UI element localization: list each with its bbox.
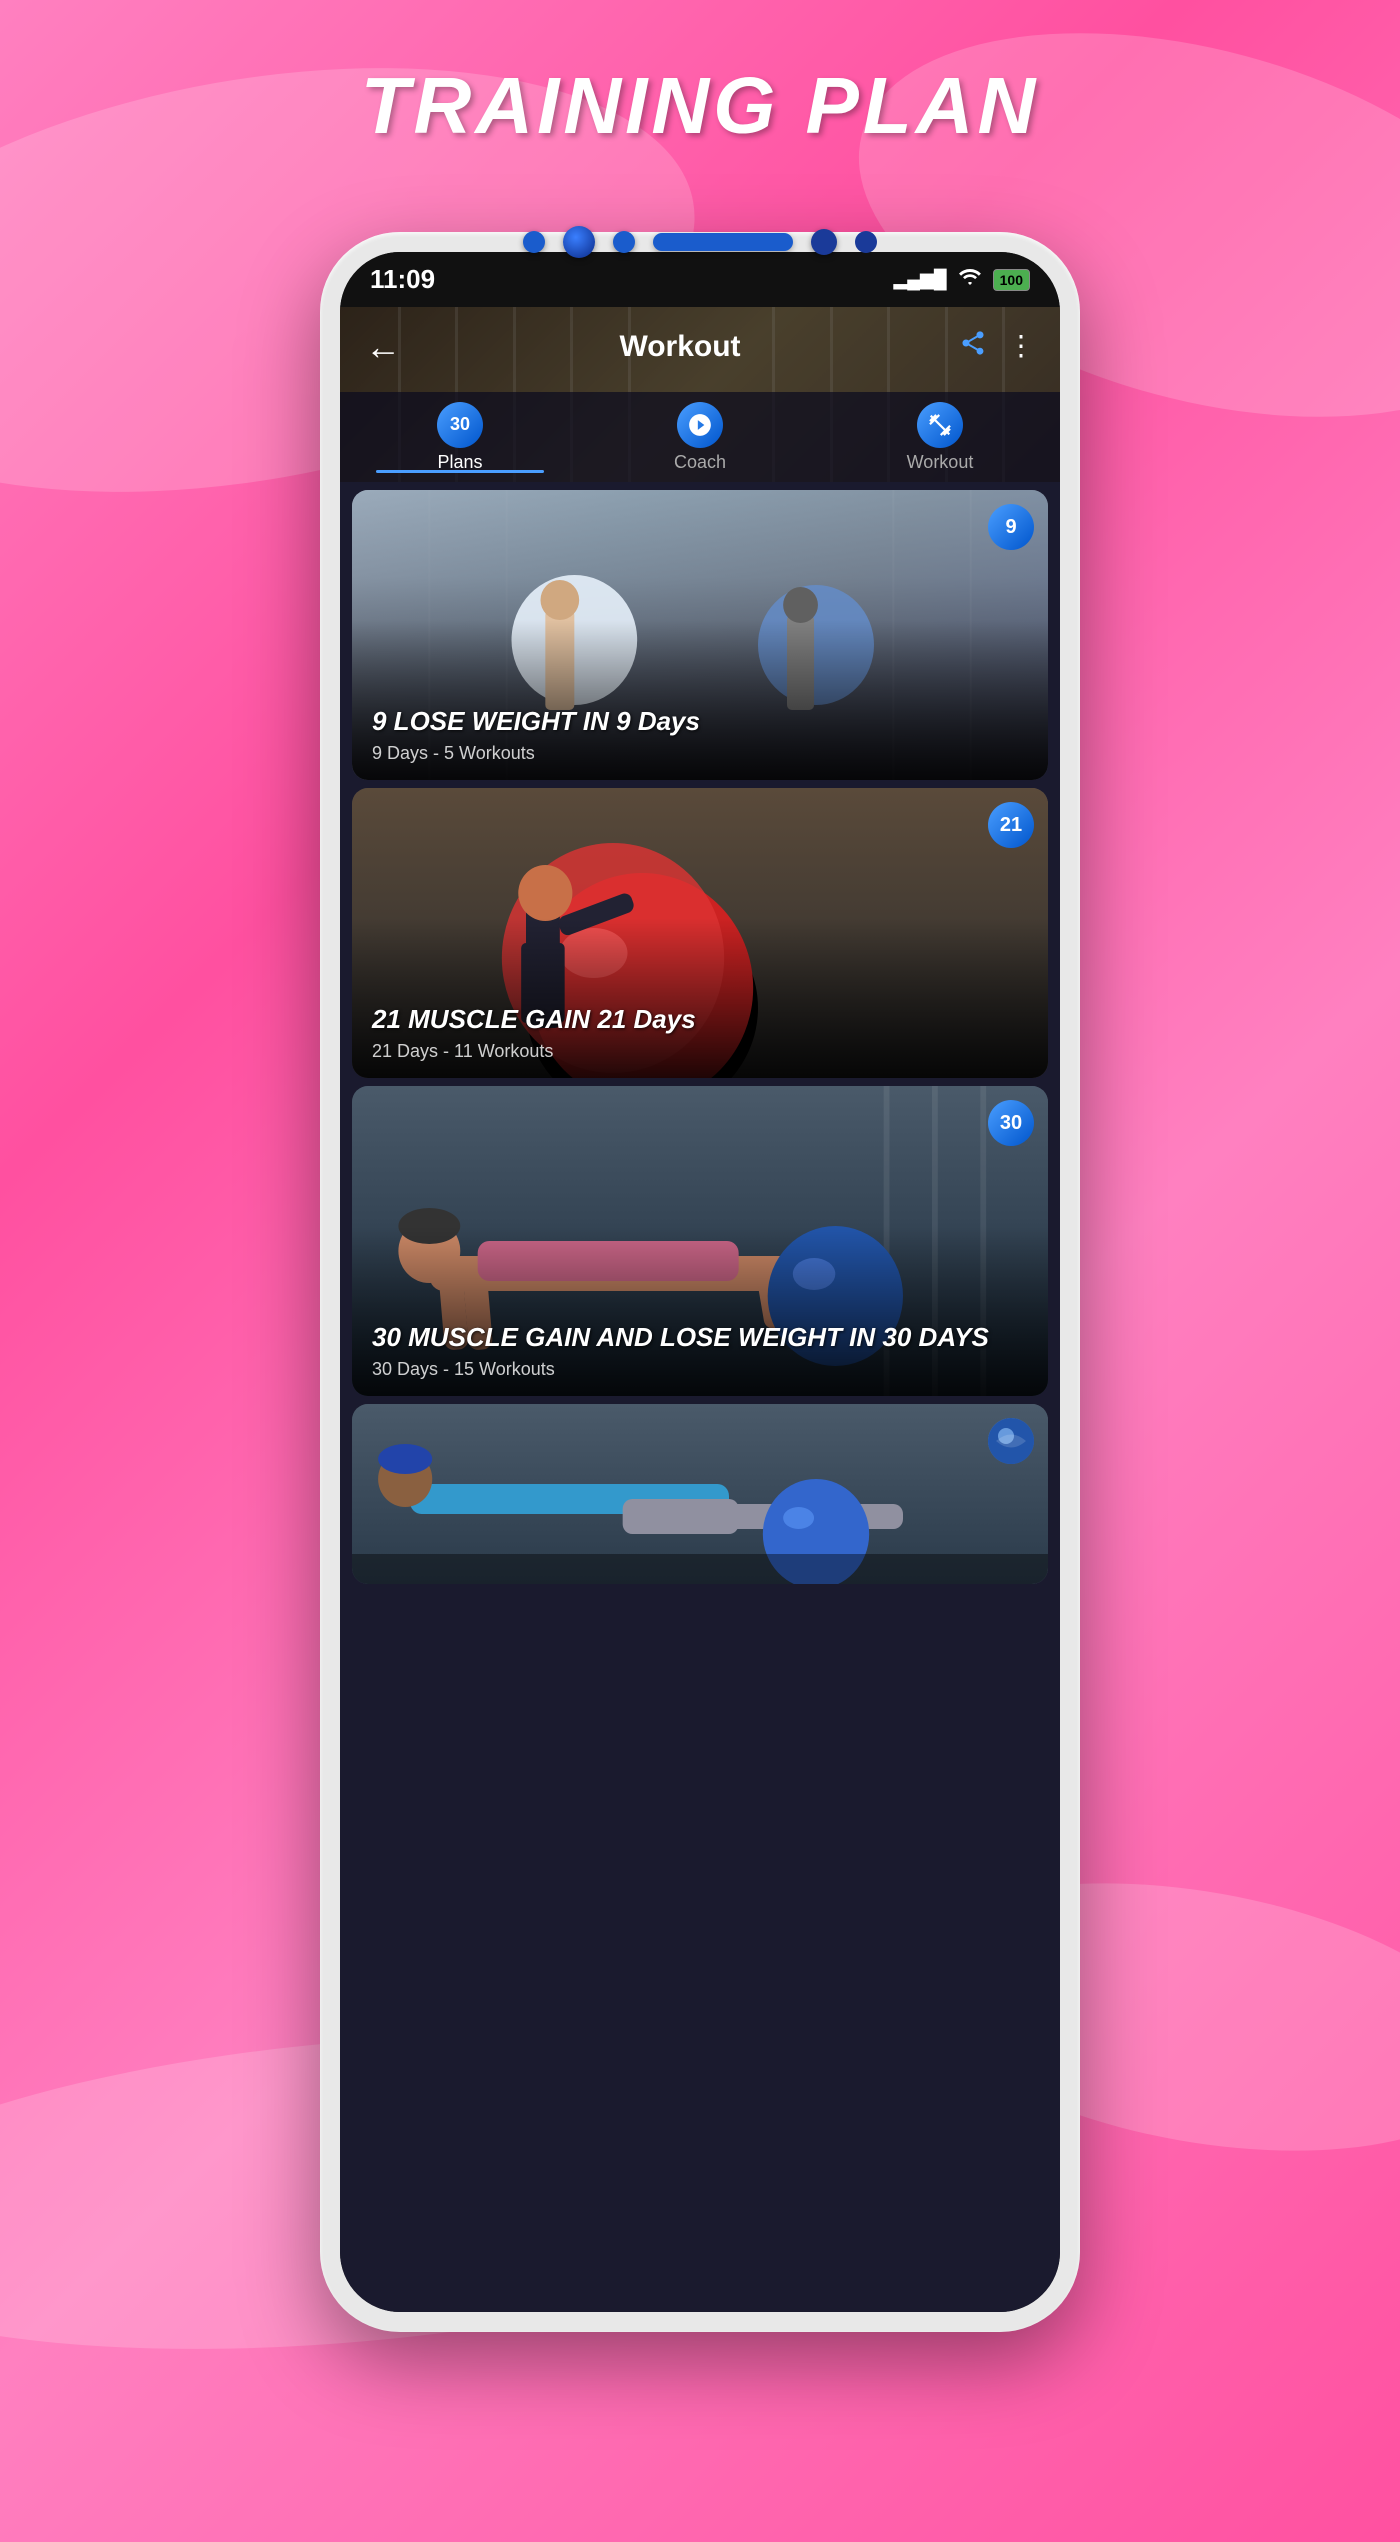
card-2-badge: 21 bbox=[988, 802, 1034, 848]
card-1-title: 9 LOSE WEIGHT IN 9 Days bbox=[372, 706, 1028, 737]
tab-coach-label: Coach bbox=[674, 452, 726, 473]
share-icon[interactable] bbox=[959, 329, 987, 365]
card-4-background bbox=[352, 1404, 1048, 1584]
card-muscle-gain-21[interactable]: 21 21 MUSCLE GAIN 21 Days 21 Days - 11 W… bbox=[352, 788, 1048, 1078]
card-2-subtitle: 21 Days - 11 Workouts bbox=[372, 1041, 1028, 1062]
status-icons: ▂▄▆█ 100 bbox=[893, 269, 1030, 291]
tab-workout-label: Workout bbox=[907, 452, 974, 473]
card-3-badge: 30 bbox=[988, 1100, 1034, 1146]
card-3-subtitle: 30 Days - 15 Workouts bbox=[372, 1359, 1028, 1380]
tab-coach[interactable]: Coach bbox=[580, 402, 820, 473]
coach-icon bbox=[677, 402, 723, 448]
cards-content: 9 9 LOSE WEIGHT IN 9 Days 9 Days - 5 Wor… bbox=[340, 482, 1060, 2312]
header-actions: ⋮ bbox=[959, 329, 1035, 365]
header-title: Workout bbox=[619, 330, 740, 364]
battery-indicator: 100 bbox=[993, 269, 1030, 291]
more-options-icon[interactable]: ⋮ bbox=[1007, 329, 1035, 365]
hw-dot-3 bbox=[855, 231, 877, 253]
status-bar: 11:09 ▂▄▆█ 100 bbox=[340, 252, 1060, 307]
card-3-title: 30 MUSCLE GAIN AND LOSE WEIGHT IN 30 DAY… bbox=[372, 1322, 1028, 1353]
tab-bar: 30 Plans Coach bbox=[340, 392, 1060, 482]
card-lose-weight[interactable]: 9 9 LOSE WEIGHT IN 9 Days 9 Days - 5 Wor… bbox=[352, 490, 1048, 780]
hw-dot-2 bbox=[613, 231, 635, 253]
wifi-icon bbox=[959, 269, 981, 290]
phone-hardware-top bbox=[523, 226, 877, 258]
tab-plans[interactable]: 30 Plans bbox=[340, 402, 580, 473]
card-3-content: 30 MUSCLE GAIN AND LOSE WEIGHT IN 30 DAY… bbox=[352, 1306, 1048, 1396]
card-2-content: 21 MUSCLE GAIN 21 Days 21 Days - 11 Work… bbox=[352, 988, 1048, 1078]
status-time: 11:09 bbox=[370, 264, 435, 295]
hw-earpiece bbox=[811, 229, 837, 255]
back-button[interactable]: ← bbox=[365, 326, 401, 368]
header-image: ← Workout ⋮ 30 bbox=[340, 307, 1060, 482]
app-header: ← Workout ⋮ bbox=[340, 307, 1060, 387]
hw-dot-1 bbox=[523, 231, 545, 253]
card-partial[interactable] bbox=[352, 1404, 1048, 1584]
card-2-title: 21 MUSCLE GAIN 21 Days bbox=[372, 1004, 1028, 1035]
card-1-badge: 9 bbox=[988, 504, 1034, 550]
plans-badge: 30 bbox=[437, 402, 483, 448]
card-1-subtitle: 9 Days - 5 Workouts bbox=[372, 743, 1028, 764]
card-muscle-gain-30[interactable]: 30 30 MUSCLE GAIN AND LOSE WEIGHT IN 30 … bbox=[352, 1086, 1048, 1396]
phone-screen: 11:09 ▂▄▆█ 100 bbox=[340, 252, 1060, 2312]
signal-icon: ▂▄▆█ bbox=[893, 269, 946, 290]
workout-icon bbox=[917, 402, 963, 448]
hw-pill bbox=[653, 233, 793, 251]
tab-workout[interactable]: Workout bbox=[820, 402, 1060, 473]
hw-camera bbox=[563, 226, 595, 258]
card-4-sphere-badge bbox=[988, 1418, 1034, 1464]
phone-device: 11:09 ▂▄▆█ 100 bbox=[320, 232, 1080, 2332]
page-title: TRAINING PLAN bbox=[361, 60, 1040, 152]
phone-outer-shell: 11:09 ▂▄▆█ 100 bbox=[320, 232, 1080, 2332]
card-1-content: 9 LOSE WEIGHT IN 9 Days 9 Days - 5 Worko… bbox=[352, 690, 1048, 780]
tab-plans-label: Plans bbox=[437, 452, 482, 473]
